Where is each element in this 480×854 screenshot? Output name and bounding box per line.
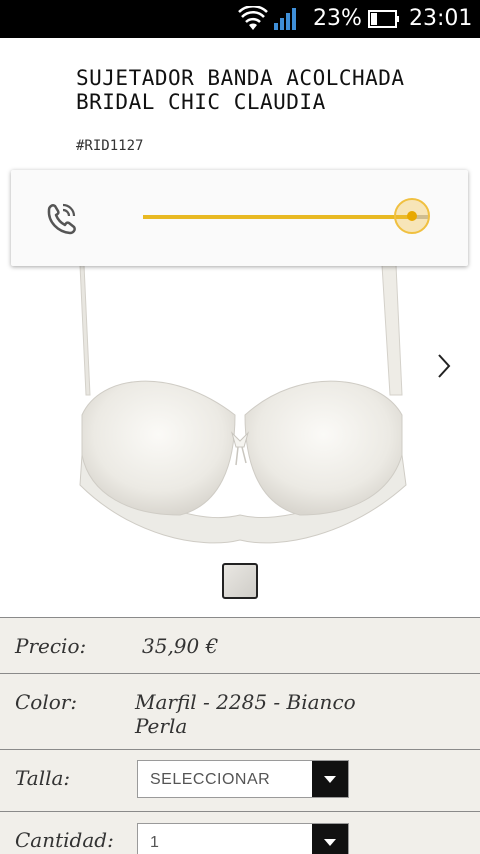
size-select-value: SELECCIONAR [150, 771, 271, 788]
volume-slider-fill [143, 215, 412, 219]
volume-popup [11, 170, 468, 266]
size-select[interactable]: SELECCIONAR [137, 760, 349, 798]
size-row: Talla: SELECCIONAR [0, 750, 480, 812]
battery-percent: 23% [313, 6, 362, 31]
color-row: Color: Marfil - 2285 - Bianco Perla [0, 674, 480, 750]
clock: 23:01 [409, 6, 473, 31]
status-bar: 23% 23:01 [0, 0, 480, 38]
phone-in-call-icon [47, 203, 76, 235]
signal-icon [274, 8, 296, 30]
quantity-select[interactable]: 1 [137, 823, 349, 854]
product-image[interactable] [60, 265, 420, 555]
battery-icon [368, 10, 399, 28]
product-title: SUJETADOR BANDA ACOLCHADA BRIDAL CHIC CL… [76, 66, 405, 114]
chevron-down-icon[interactable] [312, 761, 348, 797]
size-label: Talla: [15, 766, 71, 790]
color-swatch[interactable] [222, 563, 258, 599]
chevron-down-icon[interactable] [312, 824, 348, 854]
wifi-icon [238, 6, 268, 30]
price-row: Precio: 35,90 € [0, 618, 480, 674]
product-reference: #RID1127 [76, 138, 144, 154]
product-details: Precio: 35,90 € Color: Marfil - 2285 - B… [0, 617, 480, 854]
price-value: 35,90 € [142, 634, 219, 658]
volume-slider[interactable] [143, 198, 430, 234]
quantity-row: Cantidad: 1 [0, 812, 480, 854]
quantity-label: Cantidad: [15, 828, 114, 852]
volume-slider-thumb[interactable] [393, 198, 430, 234]
price-label: Precio: [15, 634, 87, 658]
color-value: Marfil - 2285 - Bianco Perla [135, 690, 356, 738]
next-image-arrow-icon[interactable] [434, 352, 454, 380]
quantity-select-value: 1 [150, 834, 160, 851]
color-label: Color: [15, 690, 78, 714]
